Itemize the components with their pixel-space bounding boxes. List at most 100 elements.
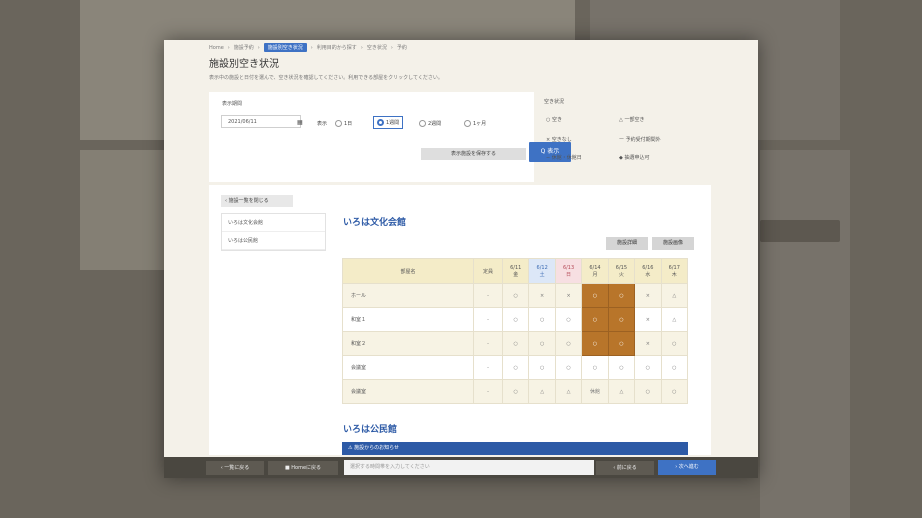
availability-cell[interactable]: △ <box>554 379 583 404</box>
back-to-list-button[interactable]: ‹ 一覧に戻る <box>206 461 264 475</box>
room-capacity: - <box>473 355 503 380</box>
availability-cell[interactable]: ○ <box>660 355 689 380</box>
home-icon: ■ <box>284 465 290 471</box>
room-name: 和室１ <box>342 307 474 332</box>
room-capacity: - <box>473 331 503 356</box>
period-label-text: 表示 <box>317 121 328 127</box>
availability-modal: Home › 施設予約 › 施設別空き状況 › 利用目的から探す › 空き状況 › 予約 … <box>164 40 758 478</box>
availability-cell[interactable]: ○ <box>660 379 689 404</box>
facility-list-item[interactable]: いろは文化会館 <box>222 214 325 232</box>
day-column-header: 6/14 月 <box>581 258 609 284</box>
results-panel: ‹ 施設一覧を閉じる いろは文化会館 いろは公民館 いろは文化会館 施設詳細 施… <box>209 185 711 455</box>
availability-cell[interactable]: ○ <box>501 283 530 308</box>
availability-cell[interactable]: × <box>554 283 583 308</box>
room-name: 会議室 <box>342 379 474 404</box>
availability-cell[interactable]: ○ <box>581 331 609 356</box>
legend-item: × 空きなし <box>546 137 572 143</box>
capacity-column-header: 定員 <box>473 258 503 284</box>
availability-cell[interactable]: △ <box>528 379 556 404</box>
breadcrumb-item[interactable]: 施設予約 <box>234 44 254 51</box>
legend-item: ー 予約受付期間外 <box>619 137 661 143</box>
breadcrumb: Home › 施設予約 › 施設別空き状況 › 利用目的から探す › 空き状況 › 予約 <box>209 43 407 52</box>
legend-item: ○ 空き <box>546 117 562 123</box>
availability-cell[interactable]: ○ <box>501 355 530 380</box>
availability-cell[interactable]: 休館 <box>581 379 609 404</box>
availability-cell[interactable]: ○ <box>581 307 609 332</box>
home-button[interactable]: ■ Homeに戻る <box>268 461 338 475</box>
availability-cell[interactable]: ○ <box>607 331 636 356</box>
availability-cell[interactable]: ○ <box>581 355 609 380</box>
availability-cell[interactable]: ○ <box>528 355 556 380</box>
room-name: 和室２ <box>342 331 474 356</box>
chevron-left-icon: ‹ <box>220 465 223 471</box>
facility-image-button[interactable]: 施設画像 <box>652 237 694 250</box>
prev-button[interactable]: ‹ 前に戻る <box>596 461 654 475</box>
availability-cell[interactable]: △ <box>660 307 689 332</box>
availability-cell[interactable]: ○ <box>501 307 530 332</box>
radio-icon <box>419 120 426 127</box>
radio-selected-icon <box>377 119 384 126</box>
availability-cell[interactable]: ○ <box>660 331 689 356</box>
availability-cell[interactable]: ○ <box>581 283 609 308</box>
next-button[interactable]: › 次へ進む <box>658 460 716 475</box>
availability-cell[interactable]: ○ <box>501 379 530 404</box>
breadcrumb-item[interactable]: Home <box>209 45 224 51</box>
legend-title: 空き状況 <box>544 99 565 105</box>
facility-detail-button[interactable]: 施設詳細 <box>606 237 648 250</box>
availability-cell[interactable]: ○ <box>528 307 556 332</box>
selection-input[interactable]: 選択する時間帯を入力してください <box>344 460 594 475</box>
availability-cell[interactable]: × <box>528 283 556 308</box>
date-input[interactable]: 2021/06/11 <box>221 115 301 128</box>
availability-cell[interactable]: ○ <box>634 379 662 404</box>
save-facilities-button[interactable]: 表示施設を保存する <box>421 148 526 160</box>
room-capacity: - <box>473 307 503 332</box>
availability-cell[interactable]: ○ <box>607 283 636 308</box>
collapse-facility-list-button[interactable]: ‹ 施設一覧を閉じる <box>221 195 293 207</box>
day-column-header: 6/12 土 <box>528 258 556 284</box>
page-title: 施設別空き状況 <box>209 59 279 70</box>
availability-cell[interactable]: ○ <box>554 331 583 356</box>
calendar-icon[interactable]: ▦ <box>297 119 303 126</box>
day-column-header: 6/11 金 <box>501 258 530 284</box>
room-capacity: - <box>473 379 503 404</box>
legend-item: − 休館・休館日 <box>546 155 582 161</box>
breadcrumb-item[interactable]: 予約 <box>397 44 407 51</box>
period-option-2weeks[interactable]: 2週間 <box>419 120 441 127</box>
room-name: 会議室 <box>342 355 474 380</box>
radio-icon <box>464 120 471 127</box>
availability-cell[interactable]: △ <box>660 283 689 308</box>
availability-cell[interactable]: ○ <box>554 355 583 380</box>
availability-cell[interactable]: △ <box>607 379 636 404</box>
breadcrumb-item[interactable]: 利用目的から探す <box>317 44 357 51</box>
availability-cell[interactable]: × <box>634 331 662 356</box>
radio-icon <box>335 120 342 127</box>
day-column-header: 6/15 火 <box>607 258 636 284</box>
facility-title: いろは文化会館 <box>343 218 407 228</box>
page-description: 表示中の施設と日付を選んで、空き状況を確認してください。利用できる部屋をクリック… <box>209 75 443 81</box>
table-row: 会議室 - ○ △ △ 休館 △ ○ ○ <box>342 379 689 404</box>
breadcrumb-item[interactable]: 空き状況 <box>367 44 387 51</box>
room-capacity: - <box>473 283 503 308</box>
facility-title: いろは公民館 <box>343 425 398 435</box>
room-name: ホール <box>342 283 474 308</box>
availability-cell[interactable]: ○ <box>607 355 636 380</box>
availability-cell[interactable]: ○ <box>501 331 530 356</box>
breadcrumb-current: 施設別空き状況 <box>263 43 307 52</box>
availability-cell[interactable]: ○ <box>554 307 583 332</box>
availability-cell[interactable]: ○ <box>607 307 636 332</box>
period-label: 表示期間 <box>222 101 243 107</box>
day-column-header: 6/16 水 <box>634 258 662 284</box>
availability-cell[interactable]: × <box>634 283 662 308</box>
search-panel: 表示期間 2021/06/11 ▦ 表示 1日 1週間 2週間 1ヶ月 表示施設… <box>209 92 571 182</box>
availability-cell[interactable]: ○ <box>634 355 662 380</box>
period-option-1day[interactable]: 1日 <box>335 120 352 127</box>
period-option-1week[interactable]: 1週間 <box>373 116 404 129</box>
room-column-header: 部屋名 <box>342 258 474 284</box>
legend-item: △ 一部空き <box>619 117 645 123</box>
facility-list-item[interactable]: いろは公民館 <box>222 232 325 250</box>
period-option-1month[interactable]: 1ヶ月 <box>464 120 486 127</box>
chevron-left-icon: ‹ <box>613 465 616 471</box>
availability-cell[interactable]: ○ <box>528 331 556 356</box>
availability-cell[interactable]: × <box>634 307 662 332</box>
warning-icon: ⚠ <box>348 445 353 451</box>
